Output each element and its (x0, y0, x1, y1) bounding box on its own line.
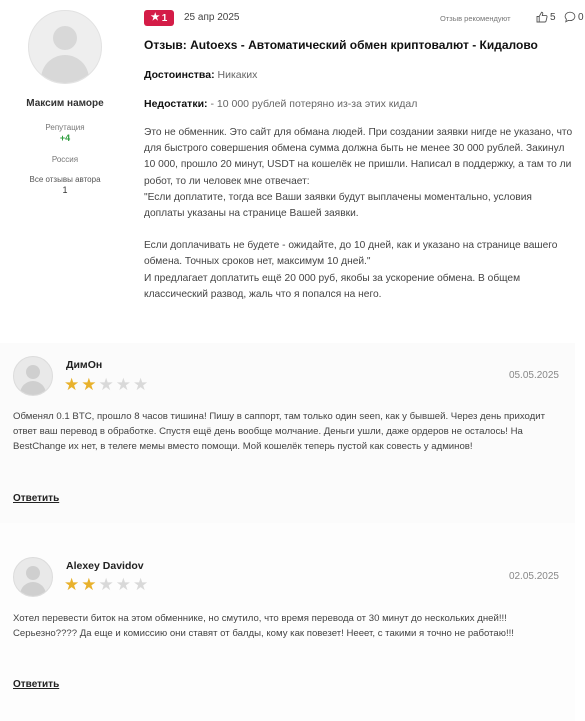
pros-text: Никаких (217, 69, 258, 81)
review-paragraph: Если доплачивать не будете - ожидайте, д… (144, 240, 558, 268)
avatar-head (26, 566, 40, 580)
comments-button[interactable]: 0 (564, 11, 584, 23)
star-empty-icon: ★ (133, 575, 149, 594)
avatar-head (53, 26, 77, 50)
comment-date: 02.05.2025 (508, 571, 559, 582)
comment-text: Хотел перевести биток на этом обменнике,… (13, 613, 514, 640)
avatar-head (26, 365, 40, 379)
cons-section: Недостатки: - 10 000 рублей потеряно из-… (144, 98, 417, 110)
review-paragraph: И предлагает доплатить ещё 20 000 руб, я… (144, 272, 521, 300)
review-card: Максим наморе Репутация +4 Россия Все от… (0, 0, 585, 343)
likes-count: 5 (550, 11, 556, 23)
review-paragraph: "Если доплатите, тогда все Ваши заявки б… (144, 191, 532, 220)
star-icon: ★ (150, 12, 160, 23)
commenter-name[interactable]: ДимОн (66, 359, 102, 371)
author-country: Россия (51, 155, 79, 164)
all-reviews-count: 1 (62, 185, 68, 195)
comments-count: 0 (578, 11, 584, 23)
review-date: 25 апр 2025 (184, 12, 240, 23)
commenter-name[interactable]: Alexey Davidov (66, 560, 144, 572)
commenter-avatar[interactable] (13, 356, 53, 396)
author-avatar[interactable] (28, 10, 102, 84)
avatar-body (41, 55, 89, 83)
rating-value: 1 (161, 12, 168, 24)
cons-label: Недостатки: (144, 98, 208, 110)
reply-button[interactable]: Ответить (13, 493, 59, 504)
star-empty-icon: ★ (115, 375, 131, 394)
reputation-label: Репутация (45, 123, 85, 132)
reply-button[interactable]: Ответить (13, 679, 59, 690)
author-name[interactable]: Максим наморе (14, 98, 116, 109)
reputation-value: +4 (59, 133, 71, 143)
comment-icon (564, 11, 576, 23)
star-empty-icon: ★ (98, 575, 114, 594)
review-title[interactable]: Отзыв: Autoexs - Автоматический обмен кр… (144, 38, 538, 52)
star-rating: ★ ★ ★ ★ ★ (64, 376, 148, 393)
pros-label: Достоинства: (144, 69, 215, 81)
rating-badge: ★ 1 (144, 10, 174, 26)
star-rating: ★ ★ ★ ★ ★ (64, 576, 148, 593)
star-empty-icon: ★ (133, 375, 149, 394)
star-filled-icon: ★ (81, 375, 97, 394)
star-empty-icon: ★ (98, 375, 114, 394)
avatar-body (20, 582, 46, 596)
pros-section: Достоинства: Никаких (144, 69, 257, 81)
recommend-label: Отзыв рекомендуют (440, 14, 511, 23)
review-header: ★ 1 25 апр 2025 Отзыв рекомендуют 5 0 (144, 10, 584, 28)
thumbs-up-icon (536, 11, 548, 23)
like-button[interactable]: 5 (536, 11, 556, 23)
comment-item: Alexey Davidov ★ ★ ★ ★ ★ 02.05.2025 Хотел пе… (0, 523, 575, 721)
commenter-avatar[interactable] (13, 557, 53, 597)
cons-text: - 10 000 рублей потеряно из-за этих кида… (210, 98, 418, 110)
star-filled-icon: ★ (81, 575, 97, 594)
review-body: Это не обменник. Это сайт для обмана люд… (144, 125, 574, 303)
review-author: Максим наморе Репутация +4 Россия Все от… (14, 0, 116, 195)
star-empty-icon: ★ (115, 575, 131, 594)
comment-text: Обменял 0.1 BTC, прошло 8 часов тишина! … (13, 411, 546, 453)
comment-item: ДимОн ★ ★ ★ ★ ★ 05.05.2025 Обменял 0.1 BTC, … (0, 343, 575, 523)
comment-date: 05.05.2025 (508, 370, 559, 381)
star-filled-icon: ★ (64, 375, 80, 394)
avatar-body (20, 381, 46, 395)
all-reviews-link[interactable]: Все отзывы автора (14, 175, 116, 184)
star-filled-icon: ★ (64, 575, 80, 594)
review-paragraph: Это не обменник. Это сайт для обмана люд… (144, 127, 573, 187)
